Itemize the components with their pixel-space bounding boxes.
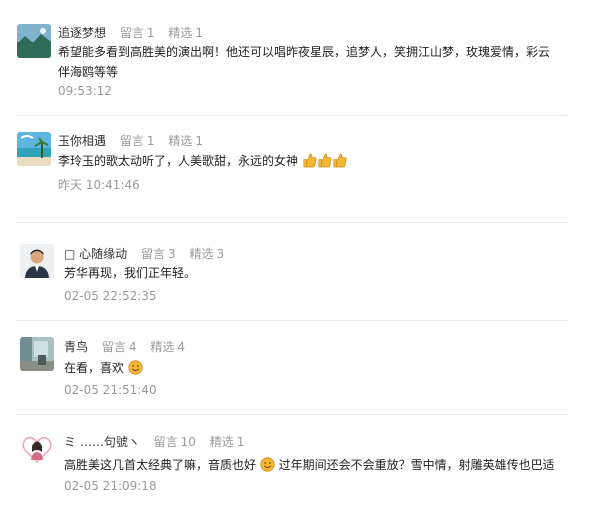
landscape-avatar-icon[interactable] bbox=[17, 24, 51, 58]
comment-text: 芳华再现，我们正年轻。 bbox=[64, 266, 197, 280]
divider bbox=[15, 115, 567, 116]
thumbs-up-icon bbox=[332, 153, 347, 174]
reply-count: 留言 10 bbox=[153, 435, 196, 449]
commenter-name[interactable]: 青鸟 bbox=[64, 340, 88, 354]
comment-time: 02-05 22:52:35 bbox=[64, 289, 157, 303]
smile-emoji-icon bbox=[128, 360, 143, 381]
thumbs-up-icon bbox=[302, 153, 317, 174]
reply-count: 留言 4 bbox=[101, 340, 137, 354]
commenter-name[interactable]: 玉你相遇 bbox=[58, 134, 106, 148]
featured-count: 精选 1 bbox=[168, 134, 203, 148]
beach-avatar-icon[interactable] bbox=[17, 132, 51, 166]
reply-count: 留言 1 bbox=[119, 134, 155, 148]
reply-count: 留言 3 bbox=[140, 247, 176, 261]
comment-time: 昨天 10:41:46 bbox=[58, 178, 140, 192]
divider bbox=[15, 320, 567, 321]
reply-count: 留言 1 bbox=[119, 26, 155, 40]
thumbs-up-icon bbox=[317, 153, 332, 174]
comment-time: 09:53:12 bbox=[58, 84, 112, 98]
comment-time: 02-05 21:51:40 bbox=[64, 383, 157, 397]
featured-count: 精选 3 bbox=[189, 247, 225, 261]
commenter-name[interactable]: □ 心随缘动 bbox=[64, 247, 127, 261]
smile-emoji-icon bbox=[260, 457, 275, 478]
heart-avatar-icon[interactable] bbox=[20, 432, 54, 466]
room-avatar-icon[interactable] bbox=[20, 337, 54, 371]
comment-time: 02-05 21:09:18 bbox=[64, 479, 157, 493]
commenter-name[interactable]: ミ ……句號ヽ bbox=[64, 435, 140, 449]
commenter-name[interactable]: 追逐梦想 bbox=[58, 26, 106, 40]
comment-text: 李玲玉的歌太动听了，人美歌甜，永远的女神 bbox=[58, 151, 558, 174]
featured-count: 精选 1 bbox=[209, 435, 245, 449]
divider bbox=[15, 222, 567, 223]
person-avatar-icon[interactable] bbox=[20, 244, 54, 278]
featured-count: 精选 1 bbox=[168, 26, 203, 40]
divider bbox=[15, 414, 567, 415]
comment-text: 在看，喜欢 bbox=[64, 358, 554, 381]
comment-text: 高胜美这几首太经典了嘛，音质也好 过年期间还会不会重放？雪中情，射雕英雄传也巴适 bbox=[64, 455, 584, 478]
featured-count: 精选 4 bbox=[150, 340, 185, 354]
comment-text: 希望能多看到高胜美的演出啊！他还可以唱昨夜星辰，追梦人，笑拥江山梦，玫瑰爱情，彩… bbox=[58, 45, 551, 79]
